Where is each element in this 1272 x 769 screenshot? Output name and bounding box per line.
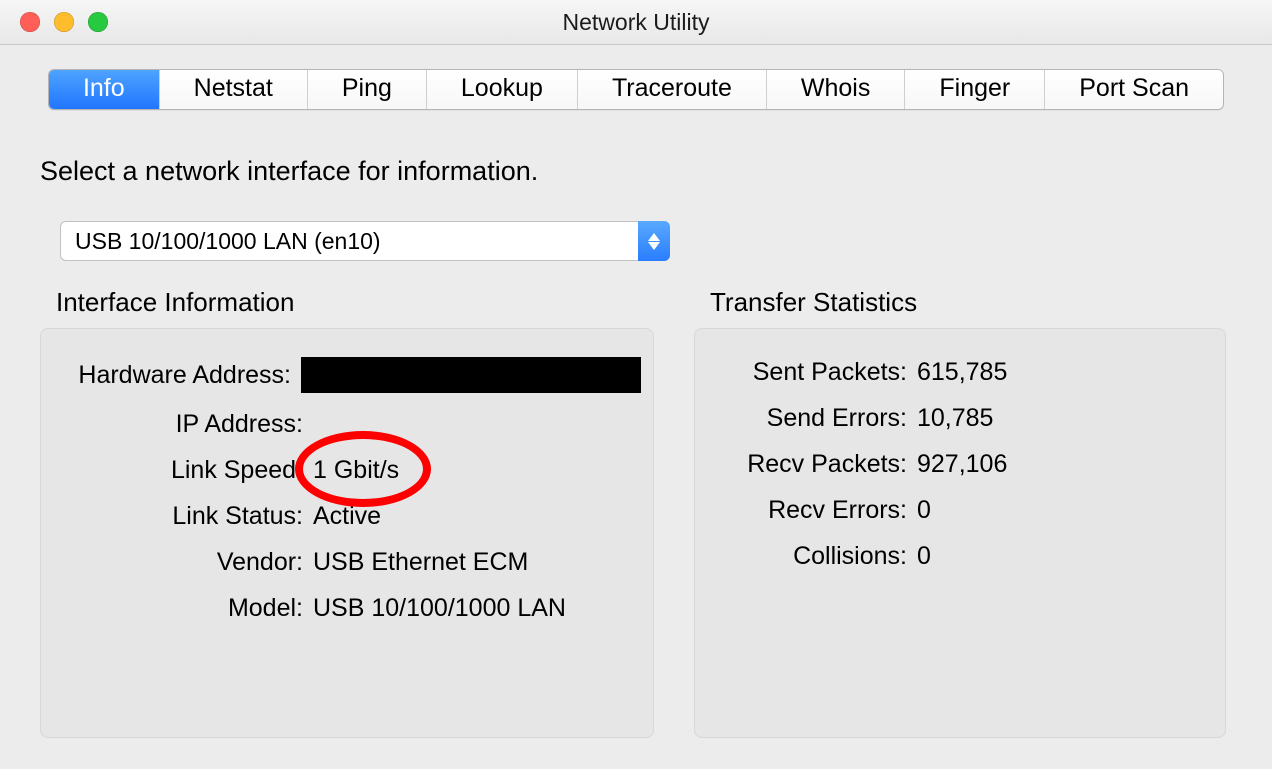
row-sent-packets: Sent Packets: 615,785 [707, 357, 1213, 387]
value-sent-packets: 615,785 [917, 357, 1213, 387]
label-link-status: Link Status: [53, 501, 313, 531]
interface-select[interactable]: USB 10/100/1000 LAN (en10) [60, 221, 670, 261]
tab-traceroute[interactable]: Traceroute [578, 70, 767, 109]
label-ip-address: IP Address: [53, 409, 313, 439]
row-model: Model: USB 10/100/1000 LAN [53, 593, 641, 623]
value-send-errors: 10,785 [917, 403, 1213, 433]
value-model: USB 10/100/1000 LAN [313, 593, 641, 623]
label-recv-errors: Recv Errors: [707, 495, 917, 525]
info-sections: Interface Information Hardware Address: … [40, 287, 1232, 738]
tab-info[interactable]: Info [49, 70, 160, 109]
value-hardware-address [301, 357, 641, 393]
value-collisions: 0 [917, 541, 1213, 571]
label-link-speed: Link Speed: [53, 455, 313, 485]
redacted-block [301, 357, 641, 393]
row-recv-errors: Recv Errors: 0 [707, 495, 1213, 525]
tab-lookup[interactable]: Lookup [427, 70, 578, 109]
tab-whois[interactable]: Whois [767, 70, 905, 109]
interface-select-arrows-icon [638, 221, 670, 261]
label-send-errors: Send Errors: [707, 403, 917, 433]
content-area: Select a network interface for informati… [0, 110, 1272, 738]
label-collisions: Collisions: [707, 541, 917, 571]
row-collisions: Collisions: 0 [707, 541, 1213, 571]
value-recv-errors: 0 [917, 495, 1213, 525]
interface-info-panel: Hardware Address: IP Address: Link Speed… [40, 328, 654, 738]
row-link-status: Link Status: Active [53, 501, 641, 531]
label-model: Model: [53, 593, 313, 623]
value-recv-packets: 927,106 [917, 449, 1213, 479]
label-sent-packets: Sent Packets: [707, 357, 917, 387]
row-link-speed: Link Speed: 1 Gbit/s [53, 455, 641, 485]
window-title: Network Utility [563, 9, 710, 36]
transfer-stats-section: Transfer Statistics Sent Packets: 615,78… [694, 287, 1226, 738]
label-hardware-address: Hardware Address: [53, 360, 301, 390]
transfer-stats-title: Transfer Statistics [710, 287, 1226, 318]
tab-finger[interactable]: Finger [905, 70, 1045, 109]
prompt-text: Select a network interface for informati… [40, 156, 1232, 187]
row-vendor: Vendor: USB Ethernet ECM [53, 547, 641, 577]
row-recv-packets: Recv Packets: 927,106 [707, 449, 1213, 479]
transfer-stats-panel: Sent Packets: 615,785 Send Errors: 10,78… [694, 328, 1226, 738]
tab-portscan[interactable]: Port Scan [1045, 70, 1223, 109]
tab-netstat[interactable]: Netstat [160, 70, 308, 109]
window-controls [20, 12, 108, 32]
interface-info-section: Interface Information Hardware Address: … [40, 287, 654, 738]
row-send-errors: Send Errors: 10,785 [707, 403, 1213, 433]
value-link-speed-text: 1 Gbit/s [313, 456, 399, 484]
tab-ping[interactable]: Ping [308, 70, 427, 109]
tabs: Info Netstat Ping Lookup Traceroute Whoi… [48, 69, 1224, 110]
value-vendor: USB Ethernet ECM [313, 547, 641, 577]
label-vendor: Vendor: [53, 547, 313, 577]
label-recv-packets: Recv Packets: [707, 449, 917, 479]
close-window-button[interactable] [20, 12, 40, 32]
window-titlebar: Network Utility [0, 0, 1272, 45]
zoom-window-button[interactable] [88, 12, 108, 32]
row-ip-address: IP Address: [53, 409, 641, 439]
value-link-speed: 1 Gbit/s [313, 455, 641, 485]
interface-select-value: USB 10/100/1000 LAN (en10) [60, 221, 670, 261]
tabs-container: Info Netstat Ping Lookup Traceroute Whoi… [0, 45, 1272, 110]
value-link-status: Active [313, 501, 641, 531]
row-hardware-address: Hardware Address: [53, 357, 641, 393]
minimize-window-button[interactable] [54, 12, 74, 32]
interface-info-title: Interface Information [56, 287, 654, 318]
